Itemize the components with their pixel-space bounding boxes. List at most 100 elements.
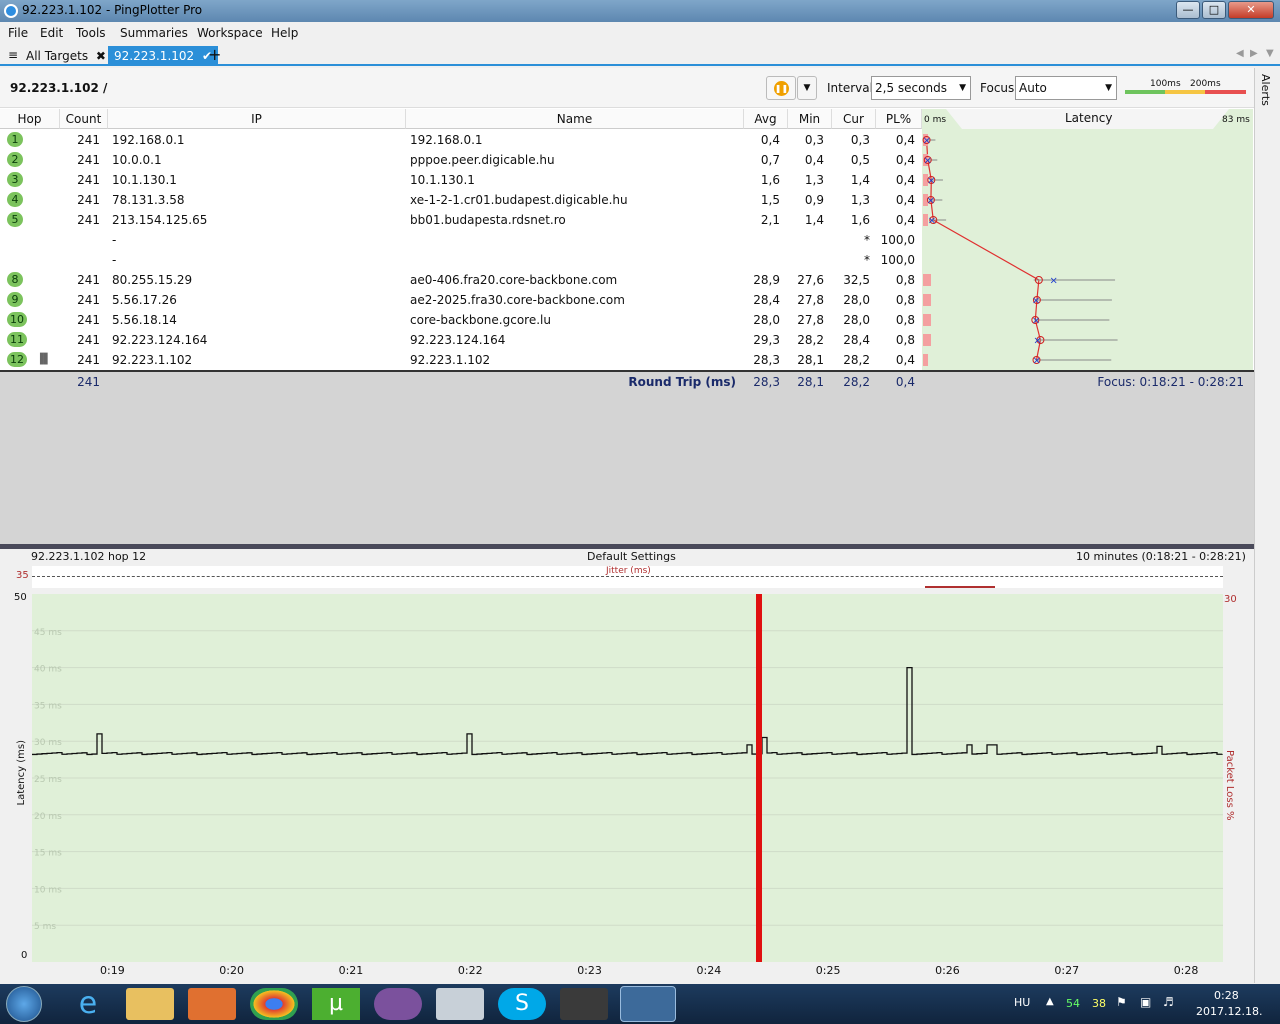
pingplotter-taskbar-icon[interactable] xyxy=(620,986,676,1022)
cell-count: 241 xyxy=(77,293,100,307)
tab-all-targets[interactable]: All Targets ✖ xyxy=(20,46,112,66)
add-tab-icon[interactable]: + xyxy=(208,45,221,64)
clock-time[interactable]: 0:28 xyxy=(1214,989,1239,1002)
cell-name xyxy=(410,250,740,270)
menu-bar: File Edit Tools Summaries Workspace Help xyxy=(0,22,1280,44)
close-icon[interactable]: ✖ xyxy=(96,49,106,63)
col-name[interactable]: Name xyxy=(406,109,744,129)
current-latency-marker: × xyxy=(1033,356,1041,367)
table-row[interactable]: 3 241 10.1.130.1 10.1.130.1 1,6 1,3 1,4 0,4 xyxy=(0,170,922,190)
alerts-sidebar[interactable]: Alerts xyxy=(1254,68,1280,983)
cell-count: 241 xyxy=(77,153,100,167)
table-row[interactable]: 9 241 5.56.17.26 ae2-2025.fra30.core-backbo… xyxy=(0,290,922,310)
latency-graph[interactable]: 45 ms 40 ms 35 ms 30 ms 25 ms 20 ms 15 ms 10 ms… xyxy=(32,594,1223,962)
network-icon[interactable]: ▣ xyxy=(1140,995,1151,1009)
cell-cur: 0,5 xyxy=(850,153,870,167)
cell-name: xe-1-2-1.cr01.budapest.digicable.hu xyxy=(410,193,628,207)
menu-edit[interactable]: Edit xyxy=(40,26,63,40)
table-row[interactable]: 4 241 78.131.3.58 xe-1-2-1.cr01.budapest.di… xyxy=(0,190,922,210)
volume-icon[interactable]: ♬ xyxy=(1163,995,1174,1009)
graph-hop-icon[interactable]: ▐▌ xyxy=(36,354,51,365)
cell-ip: 78.131.3.58 xyxy=(112,193,185,207)
start-button[interactable] xyxy=(6,986,42,1022)
col-count[interactable]: Count xyxy=(60,109,108,129)
tab-target[interactable]: 92.223.1.102 ✔ xyxy=(108,46,219,66)
current-latency-marker: × xyxy=(923,136,931,147)
focus-select[interactable]: Auto ▼ xyxy=(1015,76,1117,100)
chrome-icon[interactable] xyxy=(250,988,298,1020)
alerts-label[interactable]: Alerts xyxy=(1259,74,1272,106)
col-pl[interactable]: PL% xyxy=(876,109,922,129)
table-row[interactable]: 11 241 92.223.124.164 92.223.124.164 29,3 28,… xyxy=(0,330,922,350)
flag-icon[interactable]: ⚑ xyxy=(1116,995,1127,1009)
summary-cur: 28,2 xyxy=(843,375,870,389)
minimize-button[interactable]: — xyxy=(1176,1,1200,19)
explorer-icon[interactable] xyxy=(126,988,174,1020)
cell-min xyxy=(788,250,824,270)
summary-pl: 0,4 xyxy=(895,375,915,389)
pause-button[interactable]: ❚❚ xyxy=(766,76,796,100)
table-row[interactable]: 1 241 192.168.0.1 192.168.0.1 0,4 0,3 0,3 0,4 xyxy=(0,130,922,150)
menu-file[interactable]: File xyxy=(8,26,28,40)
packet-loss-event xyxy=(756,594,762,962)
clock-date[interactable]: 2017.12.18. xyxy=(1196,1005,1262,1018)
tray-expand-icon[interactable]: ▲ xyxy=(1046,996,1054,1007)
media-icon[interactable] xyxy=(188,988,236,1020)
cell-ip: 5.56.18.14 xyxy=(112,313,177,327)
table-row[interactable]: - * 100,0 xyxy=(0,230,922,250)
table-row[interactable]: - * 100,0 xyxy=(0,250,922,270)
skype-icon[interactable]: S xyxy=(498,988,546,1020)
packet-loss-bar xyxy=(923,354,928,366)
cell-min xyxy=(788,230,824,250)
summary-count: 241 xyxy=(77,375,100,389)
table-row[interactable]: 12 241 92.223.1.102 92.223.1.102 28,3 28,1 28,… xyxy=(0,350,922,370)
hop-badge: 1 xyxy=(7,132,23,147)
menu-workspace[interactable]: Workspace xyxy=(197,26,263,40)
cell-count: 241 xyxy=(77,353,100,367)
cell-name: 92.223.1.102 xyxy=(410,353,491,367)
table-row[interactable]: 8 241 80.255.15.29 ae0-406.fra20.core-backb… xyxy=(0,270,922,290)
expand-icon[interactable]: ▼ xyxy=(1266,48,1274,59)
utorrent-icon[interactable]: µ xyxy=(312,988,360,1020)
viber-icon[interactable] xyxy=(374,988,422,1020)
calculator-icon[interactable] xyxy=(436,988,484,1020)
ie-icon[interactable]: e xyxy=(64,988,112,1020)
summary-row: 241 Round Trip (ms) 28,3 28,1 28,2 0,4 F… xyxy=(0,370,1254,390)
cell-cur: * xyxy=(864,253,870,267)
table-row[interactable]: 10 241 5.56.18.14 core-backbone.gcore.lu 28,… xyxy=(0,310,922,330)
tab-target-label: 92.223.1.102 xyxy=(114,49,195,63)
cell-pl: 0,4 xyxy=(895,153,915,167)
scroll-right-icon[interactable]: ▶ xyxy=(1250,48,1258,59)
cell-min: 27,6 xyxy=(797,273,824,287)
menu-tools[interactable]: Tools xyxy=(76,26,106,40)
language-indicator[interactable]: HU xyxy=(1014,996,1030,1009)
table-row[interactable]: 2 241 10.0.0.1 pppoe.peer.digicable.hu 0,7 0,… xyxy=(0,150,922,170)
menu-summaries[interactable]: Summaries xyxy=(120,26,188,40)
scale-200-label: 200ms xyxy=(1190,79,1221,89)
col-ip[interactable]: IP xyxy=(108,109,406,129)
close-button[interactable]: ✕ xyxy=(1228,1,1274,19)
menu-help[interactable]: Help xyxy=(271,26,298,40)
col-min[interactable]: Min xyxy=(788,109,832,129)
current-latency-marker: × xyxy=(927,176,935,187)
cell-cur: * xyxy=(864,233,870,247)
table-row[interactable]: 5 241 213.154.125.65 bb01.budapesta.rdsnet.… xyxy=(0,210,922,230)
col-hop[interactable]: Hop xyxy=(0,109,60,129)
interval-select[interactable]: 2,5 seconds ▼ xyxy=(871,76,971,100)
taskbar: e µ S HU ▲ 54 38 ⚑ ▣ ♬ 0:28 2017.12.18. xyxy=(0,984,1280,1024)
col-avg[interactable]: Avg xyxy=(744,109,788,129)
app-icon xyxy=(4,4,18,18)
cell-avg: 0,4 xyxy=(760,133,780,147)
tab-all-targets-label: All Targets xyxy=(26,49,89,63)
graph-settings-label[interactable]: Default Settings xyxy=(587,550,676,563)
scroll-left-icon[interactable]: ◀ xyxy=(1236,48,1244,59)
cell-name: ae2-2025.fra30.core-backbone.com xyxy=(410,293,625,307)
packet-loss-bar xyxy=(923,334,931,346)
cell-cur: 32,5 xyxy=(843,273,870,287)
wot-icon[interactable] xyxy=(560,988,608,1020)
list-icon[interactable]: ≡ xyxy=(8,48,18,62)
pause-dropdown[interactable]: ▼ xyxy=(797,76,817,100)
col-cur[interactable]: Cur xyxy=(832,109,876,129)
cell-pl: 0,8 xyxy=(895,313,915,327)
maximize-button[interactable]: □ xyxy=(1202,1,1226,19)
